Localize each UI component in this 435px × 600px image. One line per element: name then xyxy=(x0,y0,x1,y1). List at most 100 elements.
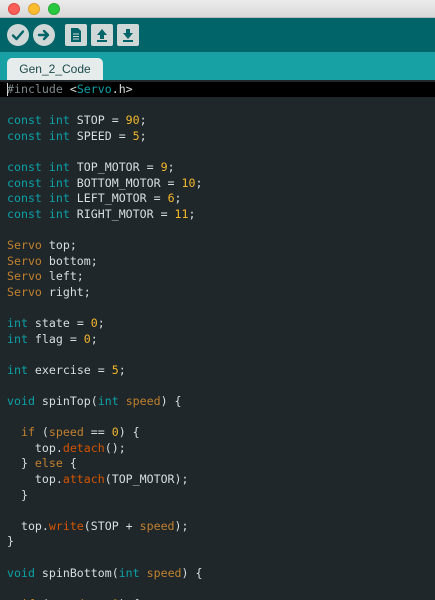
code-token: Servo xyxy=(7,284,42,299)
code-line: const int BOTTOM_MOTOR = 10; xyxy=(7,176,202,191)
code-token: ; xyxy=(139,128,147,143)
code-token: Servo xyxy=(7,269,42,284)
code-token: ) { xyxy=(181,565,203,580)
arrow-right-icon xyxy=(37,29,50,41)
code-token: ); xyxy=(174,518,189,533)
code-token: int xyxy=(118,565,140,580)
close-window-icon[interactable] xyxy=(8,3,20,15)
code-line: Servo bottom; xyxy=(7,254,98,269)
code-token: { xyxy=(62,456,77,471)
code-line: top.write(STOP + speed); xyxy=(7,519,189,534)
code-token: int xyxy=(7,316,28,330)
code-token: else xyxy=(34,456,63,471)
code-token: attach xyxy=(62,472,105,486)
code-token: ; xyxy=(174,191,182,206)
code-token: flag = xyxy=(27,331,84,346)
open-button[interactable] xyxy=(91,24,113,46)
code-line: int state = 0; xyxy=(7,316,105,331)
code-editor[interactable]: #include <Servo.h> const int STOP = 90; co… xyxy=(0,80,435,600)
code-token: speed xyxy=(139,518,175,533)
code-token: ; xyxy=(167,160,175,174)
code-token: int xyxy=(7,362,28,377)
code-line: const int STOP = 90; xyxy=(7,113,147,128)
code-token: right; xyxy=(41,284,91,299)
code-token: top. xyxy=(7,518,49,533)
code-token: Servo xyxy=(7,253,42,268)
code-line: void spinBottom(int speed) { xyxy=(7,566,202,581)
code-token: } xyxy=(7,456,35,471)
code-token: 5 xyxy=(132,128,140,143)
code-token: state = xyxy=(27,316,91,330)
code-token: ) { xyxy=(118,425,140,440)
code-token: speed xyxy=(125,394,161,408)
code-token: Servo xyxy=(7,238,42,252)
upload-button[interactable] xyxy=(33,24,55,46)
code-token: exercise = xyxy=(27,362,112,377)
code-token: == xyxy=(83,425,112,440)
code-token: bottom; xyxy=(41,253,98,268)
code-token: < xyxy=(69,82,77,96)
code-token: 0 xyxy=(111,425,119,440)
code-token: speed xyxy=(48,425,84,440)
code-line: top.attach(TOP_MOTOR); xyxy=(7,472,189,487)
verify-button[interactable] xyxy=(7,24,29,46)
code-token: const int xyxy=(7,191,70,206)
code-token: top. xyxy=(7,472,63,486)
code-token: ( xyxy=(34,425,49,440)
code-token: 0 xyxy=(90,316,98,330)
code-token: .h> xyxy=(111,82,133,96)
code-token: 5 xyxy=(111,362,119,377)
code-token: 0 xyxy=(83,331,91,346)
code-line: } else { xyxy=(7,456,77,471)
code-token: ) { xyxy=(160,394,182,408)
window-titlebar xyxy=(0,0,435,18)
toolbar xyxy=(0,18,435,52)
code-line: top.detach(); xyxy=(7,441,126,456)
new-button[interactable] xyxy=(65,24,87,46)
code-token: SPEED = xyxy=(69,128,133,143)
code-token: 6 xyxy=(167,191,175,206)
code-line: void spinTop(int speed) { xyxy=(7,394,182,409)
minimize-window-icon[interactable] xyxy=(28,3,40,15)
code-token: STOP = xyxy=(69,113,126,128)
save-button[interactable] xyxy=(117,24,139,46)
code-line: } xyxy=(7,534,14,549)
tab-bar: Gen_2_Code xyxy=(0,52,435,80)
code-token: void xyxy=(7,565,35,580)
code-line: int flag = 0; xyxy=(7,332,98,347)
code-token: const int xyxy=(7,206,70,221)
code-token: left; xyxy=(41,269,84,284)
document-icon xyxy=(71,28,81,42)
code-token: TOP_MOTOR = xyxy=(69,160,161,174)
code-token: 11 xyxy=(174,206,189,221)
code-token: spinTop( xyxy=(34,394,98,408)
code-token: ; xyxy=(139,113,147,128)
code-token: const int xyxy=(7,160,70,174)
code-token: LEFT_MOTOR = xyxy=(69,191,168,206)
code-token: (STOP + xyxy=(83,518,140,533)
tab-gen-2-code[interactable]: Gen_2_Code xyxy=(7,58,103,80)
code-line: if (speed == 0) { xyxy=(7,425,140,440)
code-token: } xyxy=(7,534,14,549)
code-token: int xyxy=(7,331,28,346)
code-token: if xyxy=(20,425,35,440)
code-token: const int xyxy=(7,175,70,190)
code-line: const int TOP_MOTOR = 9; xyxy=(7,160,175,175)
code-token: (); xyxy=(104,440,126,455)
code-token: #include xyxy=(7,82,70,96)
code-token: (TOP_MOTOR); xyxy=(104,472,189,486)
code-line: } xyxy=(7,488,28,503)
code-token: int xyxy=(97,394,119,408)
code-token: RIGHT_MOTOR = xyxy=(69,206,175,221)
code-line: #include <Servo.h> xyxy=(7,82,133,97)
code-line: const int RIGHT_MOTOR = 11; xyxy=(7,207,195,222)
arrow-down-icon xyxy=(123,29,133,42)
code-token: ; xyxy=(195,175,203,190)
code-line: const int LEFT_MOTOR = 6; xyxy=(7,191,182,206)
code-token: 10 xyxy=(181,175,196,190)
zoom-window-icon[interactable] xyxy=(48,3,60,15)
code-token: detach xyxy=(62,440,105,455)
code-token: 90 xyxy=(125,113,140,128)
code-token: 9 xyxy=(160,160,168,174)
